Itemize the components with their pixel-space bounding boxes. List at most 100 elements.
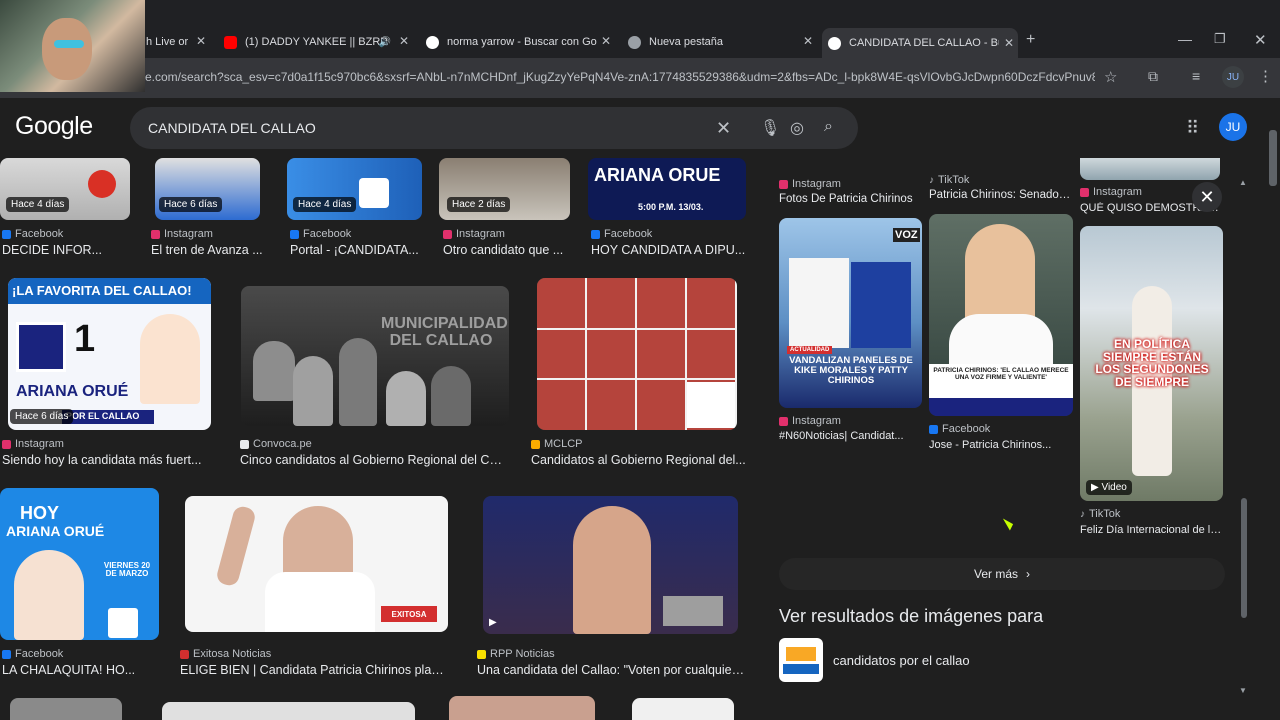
result-thumbnail[interactable]: ARIANA ORUE 5:00 P.M. 13/03.	[588, 158, 746, 220]
window-close-icon[interactable]: ✕	[1254, 31, 1267, 49]
tiktok-icon: ♪	[929, 174, 934, 186]
result-title[interactable]: Cinco candidatos al Gobierno Regional de…	[240, 453, 508, 467]
url-field[interactable]: e.com/search?sca_esv=c7d0a1f15c970bc6&sx…	[145, 70, 1095, 84]
new-tab-icon[interactable]: +	[1026, 31, 1035, 49]
video-badge: ▶ Video	[1086, 480, 1132, 495]
search-input[interactable]	[148, 120, 708, 136]
tab-label: Nueva pestaña	[649, 36, 723, 48]
tab-nueva-pestana[interactable]: Nueva pestaña ✕	[622, 30, 817, 54]
result-thumbnail[interactable]: EXITOSA	[185, 496, 448, 632]
scroll-up-icon[interactable]: ▲	[1239, 178, 1247, 187]
result-title[interactable]: HOY CANDIDATA A DIPU...	[591, 243, 746, 257]
restore-icon[interactable]: ❐	[1214, 31, 1226, 47]
panel-source: ♪ TikTok	[929, 174, 970, 186]
result-thumbnail[interactable]	[10, 698, 122, 720]
result-title[interactable]: El tren de Avanza ...	[151, 243, 266, 257]
mclcp-icon	[531, 439, 540, 449]
panel-thumbnail[interactable]: PATRICIA CHIRINOS: 'EL CALLAO MERECE UNA…	[929, 214, 1073, 416]
result-thumbnail[interactable]: MUNICIPALIDAD DEL CALLAO	[241, 286, 509, 426]
google-logo[interactable]: Google	[15, 112, 93, 141]
result-thumbnail[interactable]: Hace 2 días	[439, 158, 570, 220]
panel-scrollbar[interactable]	[1241, 498, 1247, 618]
result-title[interactable]: LA CHALAQUITA! HO...	[2, 663, 157, 677]
poster-headline: EN POLÍTICA SIEMPRE ESTÁN LOS SEGUNDONES…	[1095, 337, 1209, 389]
result-title[interactable]: Siendo hoy la candidata más fuert...	[2, 453, 217, 467]
panel-thumbnail[interactable]: EN POLÍTICA SIEMPRE ESTÁN LOS SEGUNDONES…	[1080, 226, 1223, 501]
close-icon[interactable]: ✕	[196, 34, 206, 48]
reading-list-icon[interactable]: ≡	[1192, 68, 1200, 84]
result-source: MCLCP	[531, 438, 583, 450]
panel-source: Instagram	[779, 178, 841, 190]
close-panel-button[interactable]: ✕	[1192, 182, 1222, 212]
panel-thumbnail[interactable]: VOZ ACTUALIDAD VANDALIZAN PANELES DE KIK…	[779, 218, 922, 408]
close-icon[interactable]: ✕	[1004, 36, 1014, 50]
result-thumbnail[interactable]: Hace 6 días	[155, 158, 260, 220]
result-title[interactable]: Una candidata del Callao: "Voten por cua…	[477, 663, 745, 677]
bookmark-star-icon[interactable]: ☆	[1104, 68, 1117, 86]
apps-grid-icon[interactable]: ⠿	[1186, 118, 1199, 139]
instagram-icon	[443, 229, 452, 239]
tab-norma-yarrow[interactable]: norma yarrow - Buscar con Goo ✕	[420, 30, 615, 54]
related-search-item[interactable]: candidatos por el callao	[779, 638, 970, 682]
panel-title[interactable]: Feliz Día Internacional de la...	[1080, 524, 1223, 536]
result-thumbnail[interactable]	[449, 696, 595, 720]
search-icon[interactable]: ⌕	[824, 118, 833, 136]
age-badge: Hace 2 días	[447, 197, 511, 212]
webcam-overlay	[0, 0, 145, 92]
tab-label: (1) DADDY YANKEE || BZRP	[245, 36, 388, 48]
clear-icon[interactable]: ✕	[716, 118, 731, 139]
speaker-icon[interactable]: 🔊	[379, 37, 391, 48]
microphone-icon[interactable]: 🎙	[760, 118, 780, 138]
chrome-icon	[628, 35, 641, 49]
close-icon[interactable]: ✕	[803, 34, 813, 48]
result-thumbnail[interactable]	[162, 702, 415, 720]
google-icon	[828, 36, 841, 50]
close-icon[interactable]: ✕	[601, 34, 611, 48]
result-thumbnail[interactable]: Hace 4 días	[287, 158, 422, 220]
instagram-icon	[2, 439, 11, 449]
account-avatar[interactable]: JU	[1219, 113, 1247, 141]
result-thumbnail[interactable]: ¡LA FAVORITA DEL CALLAO! 1 ARIANA ORUÉ P…	[8, 278, 211, 430]
exitosa-icon	[180, 649, 189, 659]
profile-avatar[interactable]: JU	[1222, 66, 1244, 88]
result-title[interactable]: DECIDE INFOR...	[2, 243, 127, 257]
panel-title[interactable]: Patricia Chirinos: Senadora...	[929, 189, 1074, 201]
panel-thumbnail[interactable]	[1080, 158, 1220, 180]
result-source: Exitosa Noticias	[180, 648, 271, 660]
poster-tag: ACTUALIDAD	[787, 346, 833, 354]
result-thumbnail[interactable]: Hace 4 días	[0, 158, 130, 220]
panel-title[interactable]: Fotos De Patricia Chirinos	[779, 193, 919, 205]
address-bar: e.com/search?sca_esv=c7d0a1f15c970bc6&sx…	[0, 58, 1280, 98]
menu-kebab-icon[interactable]: ⋮	[1258, 67, 1273, 85]
result-title[interactable]: ELIGE BIEN | Candidata Patricia Chirinos…	[180, 663, 448, 677]
tab-candidata-del-callao[interactable]: CANDIDATA DEL CALLAO - Bus ✕	[822, 28, 1018, 58]
tab-daddy-yankee[interactable]: (1) DADDY YANKEE || BZRP 🔊 ✕	[218, 30, 413, 54]
result-title[interactable]: Portal - ¡CANDIDATA...	[290, 243, 420, 257]
tab-live[interactable]: h Live or ✕	[140, 30, 210, 54]
poster-headline: MUNICIPALIDAD DEL CALLAO	[381, 315, 508, 349]
result-thumbnail[interactable]	[632, 698, 734, 720]
result-thumbnail[interactable]: ▶	[483, 496, 738, 634]
convoca-icon	[240, 439, 249, 449]
scroll-down-icon[interactable]: ▼	[1239, 686, 1247, 695]
result-title[interactable]: Otro candidato que ...	[443, 243, 568, 257]
result-title[interactable]: Candidatos al Gobierno Regional del...	[531, 453, 746, 467]
panel-source: ♪ TikTok	[1080, 508, 1121, 520]
page-scrollbar[interactable]	[1269, 130, 1277, 186]
poster-name: ARIANA ORUE	[594, 165, 721, 185]
search-box[interactable]: ✕ 🎙 ◎ ⌕	[130, 107, 858, 149]
age-badge: Hace 6 días	[159, 197, 223, 212]
panel-title[interactable]: #N60Noticias| Candidat...	[779, 430, 922, 442]
result-thumbnail[interactable]	[537, 278, 737, 430]
panel-title[interactable]: Jose - Patricia Chirinos...	[929, 439, 1072, 451]
lens-icon[interactable]: ◎	[790, 118, 804, 138]
more-results-button[interactable]: Ver más ›	[779, 558, 1225, 590]
age-badge: Hace 4 días	[6, 197, 70, 212]
result-source: Facebook	[591, 228, 652, 240]
result-thumbnail[interactable]: HOY ARIANA ORUÉ VIERNES 20 DE MARZO	[0, 488, 159, 640]
minimize-icon[interactable]: —	[1178, 31, 1192, 47]
panel-source: Facebook	[929, 423, 990, 435]
extensions-icon[interactable]: ⧉	[1148, 68, 1158, 85]
close-icon[interactable]: ✕	[399, 34, 409, 48]
poster-headline: HOY	[20, 503, 60, 523]
